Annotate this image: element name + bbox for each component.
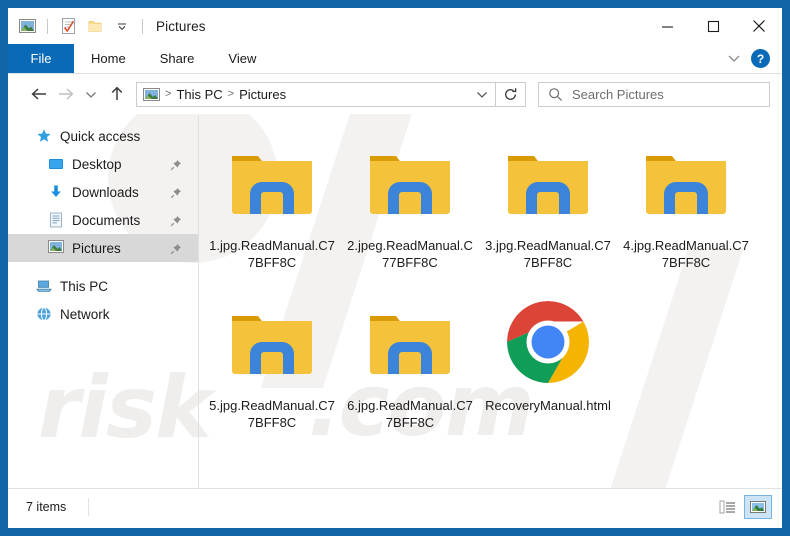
- chrome-icon: [500, 294, 596, 390]
- sidebar-item-label: Quick access: [60, 128, 141, 144]
- sidebar-item-documents[interactable]: Documents: [8, 206, 198, 234]
- status-bar: 7 items: [8, 488, 782, 524]
- file-name: 6.jpg.ReadManual.C77BFF8C: [347, 398, 473, 430]
- file-name: 5.jpg.ReadManual.C77BFF8C: [209, 398, 335, 430]
- file-name: 4.jpg.ReadManual.C77BFF8C: [623, 238, 749, 270]
- encrypted-file-icon: [224, 294, 320, 390]
- search-placeholder: Search Pictures: [572, 86, 664, 102]
- breadcrumb-pictures[interactable]: Pictures: [239, 87, 286, 102]
- window-title: Pictures: [156, 18, 206, 34]
- pictures-icon: [48, 240, 64, 256]
- refresh-button[interactable]: [496, 81, 526, 107]
- sidebar-item-label: Pictures: [72, 240, 121, 256]
- search-input[interactable]: Search Pictures: [538, 81, 770, 107]
- file-item[interactable]: 3.jpg.ReadManual.C77BFF8C: [479, 128, 617, 288]
- file-item[interactable]: 5.jpg.ReadManual.C77BFF8C: [203, 288, 341, 448]
- view-mode-buttons: [714, 494, 772, 519]
- large-icons-view-button[interactable]: [744, 494, 772, 519]
- sidebar-item-quick-access[interactable]: Quick access: [8, 122, 198, 150]
- details-view-button[interactable]: [714, 495, 742, 519]
- encrypted-file-icon: [500, 134, 596, 230]
- navigation-pane: Quick access Desktop Downloads Documents…: [8, 114, 198, 488]
- back-button[interactable]: [26, 81, 52, 107]
- pin-icon[interactable]: [170, 186, 182, 199]
- download-icon: [48, 184, 64, 200]
- chevron-down-icon[interactable]: [723, 48, 745, 70]
- sidebar-item-this-pc[interactable]: This PC: [8, 272, 198, 300]
- sidebar-item-downloads[interactable]: Downloads: [8, 178, 198, 206]
- file-item[interactable]: 1.jpg.ReadManual.C77BFF8C: [203, 128, 341, 288]
- minimize-button[interactable]: [644, 8, 690, 44]
- customize-chevron-icon[interactable]: [111, 15, 133, 37]
- breadcrumb-separator: >: [227, 88, 235, 100]
- tab-home[interactable]: Home: [74, 44, 143, 73]
- sidebar-item-network[interactable]: Network: [8, 300, 198, 328]
- up-button[interactable]: [104, 81, 130, 107]
- explorer-body: Quick access Desktop Downloads Documents…: [8, 114, 782, 488]
- toolbar-separator: [142, 18, 143, 34]
- search-icon: [548, 87, 563, 102]
- sidebar-item-desktop[interactable]: Desktop: [8, 150, 198, 178]
- sidebar-item-label: This PC: [60, 278, 109, 294]
- tab-view[interactable]: View: [211, 44, 273, 73]
- file-name: 1.jpg.ReadManual.C77BFF8C: [209, 238, 335, 270]
- file-item[interactable]: 6.jpg.ReadManual.C77BFF8C: [341, 288, 479, 448]
- file-name: RecoveryManual.html: [485, 398, 611, 413]
- screenshot-border: risk .com Pictures File Home Share View …: [0, 0, 790, 536]
- quick-access-toolbar: Pictures: [8, 15, 206, 37]
- tab-share[interactable]: Share: [143, 44, 212, 73]
- new-folder-icon[interactable]: [84, 15, 106, 37]
- file-item[interactable]: 2.jpeg.ReadManual.C77BFF8C: [341, 128, 479, 288]
- sidebar-item-label: Downloads: [72, 184, 139, 200]
- file-name: 2.jpeg.ReadManual.C77BFF8C: [347, 238, 473, 270]
- maximize-button[interactable]: [690, 8, 736, 44]
- window-controls: [644, 8, 782, 44]
- properties-icon[interactable]: [57, 15, 79, 37]
- encrypted-file-icon: [362, 294, 458, 390]
- this-pc-icon: [36, 278, 52, 294]
- pin-icon[interactable]: [170, 214, 182, 227]
- file-grid: 1.jpg.ReadManual.C77BFF8C 2.jpeg.ReadMan…: [203, 128, 782, 448]
- breadcrumb-separator: >: [165, 88, 172, 100]
- toolbar-separator: [47, 18, 48, 34]
- encrypted-file-icon: [224, 134, 320, 230]
- network-icon: [36, 306, 52, 322]
- sidebar-item-label: Desktop: [72, 156, 122, 172]
- file-explorer-window: risk .com Pictures File Home Share View …: [8, 8, 782, 528]
- recent-locations-button[interactable]: [78, 81, 104, 107]
- file-item[interactable]: RecoveryManual.html: [479, 288, 617, 448]
- close-button[interactable]: [736, 8, 782, 44]
- documents-icon: [48, 212, 64, 228]
- item-count: 7 items: [26, 499, 67, 514]
- pin-icon[interactable]: [170, 158, 182, 171]
- file-item[interactable]: 4.jpg.ReadManual.C77BFF8C: [617, 128, 755, 288]
- picture-icon: [16, 15, 38, 37]
- encrypted-file-icon: [638, 134, 734, 230]
- help-button[interactable]: ?: [751, 49, 770, 68]
- address-dropdown-icon[interactable]: [469, 83, 495, 106]
- sidebar-item-label: Documents: [72, 212, 141, 228]
- tab-file[interactable]: File: [8, 44, 74, 73]
- status-divider: [88, 497, 90, 516]
- desktop-icon: [48, 156, 64, 172]
- ribbon-tab-bar: File Home Share View ?: [8, 44, 782, 74]
- star-icon: [36, 128, 52, 144]
- pin-icon[interactable]: [170, 242, 182, 255]
- file-name: 3.jpg.ReadManual.C77BFF8C: [485, 238, 611, 270]
- pictures-icon: [143, 87, 160, 101]
- forward-button[interactable]: [52, 81, 78, 107]
- file-list-pane[interactable]: 1.jpg.ReadManual.C77BFF8C 2.jpeg.ReadMan…: [199, 114, 782, 488]
- breadcrumb-this-pc[interactable]: This PC: [176, 87, 222, 102]
- sidebar-item-label: Network: [60, 306, 110, 322]
- address-bar[interactable]: > This PC > Pictures: [136, 81, 496, 107]
- sidebar-item-pictures[interactable]: Pictures: [8, 234, 198, 262]
- breadcrumb: > This PC > Pictures: [143, 87, 469, 102]
- title-bar: Pictures: [8, 8, 782, 44]
- ribbon-right-controls: ?: [723, 44, 782, 73]
- encrypted-file-icon: [362, 134, 458, 230]
- address-bar-row: > This PC > Pictures Search Pictures: [8, 74, 782, 114]
